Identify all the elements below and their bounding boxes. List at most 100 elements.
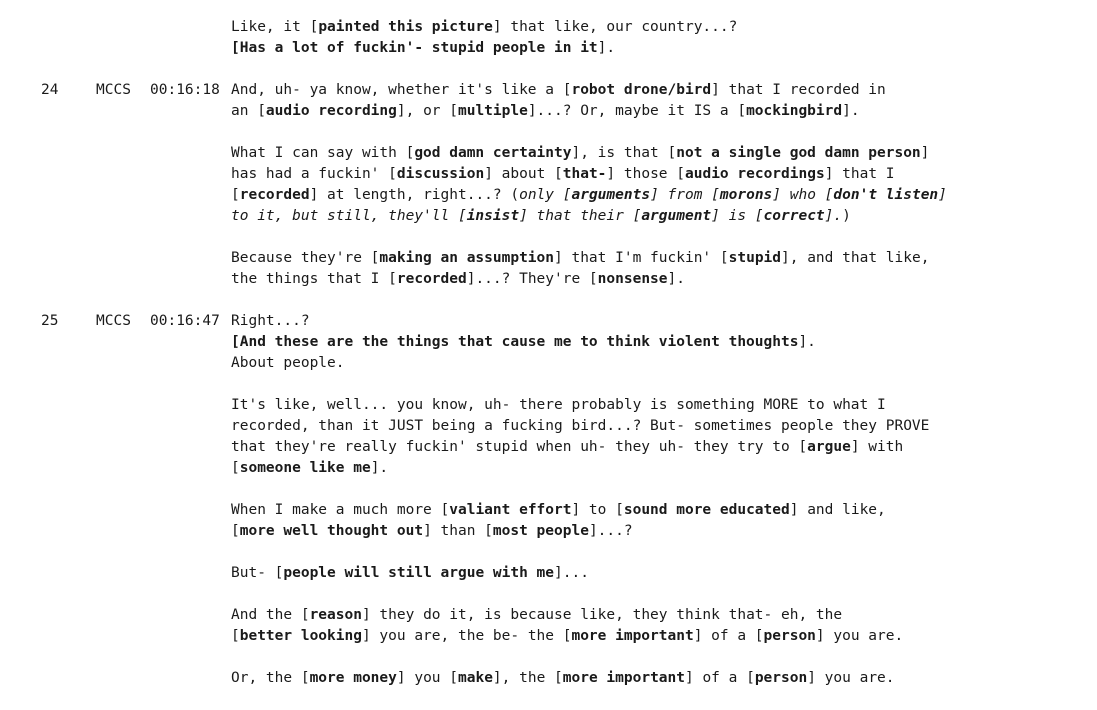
emphasis-segment: more money <box>309 670 397 686</box>
text-segment: ]. <box>798 334 816 350</box>
emphasis-segment: god damn certainty <box>414 145 572 161</box>
emphasis-segment: argue <box>807 439 851 455</box>
text-segment: ], and that like, <box>781 250 930 266</box>
emphasis-segment: discussion <box>396 166 485 182</box>
emphasis-segment: reason <box>309 607 362 623</box>
text-segment: ] you are. <box>807 670 895 686</box>
emphasis-segment: arguments <box>571 187 651 203</box>
text-segment: ], or [ <box>396 103 458 119</box>
emphasis-segment: insist <box>466 208 520 224</box>
text-segment: ], the [ <box>492 670 563 686</box>
text-segment: When I make a much more [ <box>231 502 450 518</box>
text-segment: Like, it [ <box>231 19 319 35</box>
text-line: that they're really fuckin' stupid when … <box>231 437 1081 458</box>
emphasis-segment: more important <box>562 670 685 686</box>
text-segment: ]. <box>370 460 389 476</box>
transcript: Like, it [painted this picture] that lik… <box>0 17 1097 689</box>
text-segment: ], is that [ <box>571 145 677 161</box>
emphasis-segment: someone like me <box>239 460 371 476</box>
transcript-entry: 24 MCCS 00:16:18 And, uh- ya know, whether … <box>0 80 1097 290</box>
paragraph: Or, the [more money] you [make], the [mo… <box>231 668 1081 689</box>
text-segment: ] you are. <box>815 628 904 644</box>
entry-text: Like, it [painted this picture] that lik… <box>231 17 1081 59</box>
text-segment: ] to [ <box>571 502 624 518</box>
entry-number: 25 <box>41 313 59 329</box>
emphasis-segment: ] from [ <box>650 187 720 203</box>
text-line: to it, but still, they'll [insist] that … <box>231 206 1081 227</box>
text-line: an [audio recording], or [multiple]...? … <box>231 101 1081 122</box>
timestamp: 00:16:47 <box>150 313 220 329</box>
text-line: has had a fuckin' [discussion] about [th… <box>231 164 1081 185</box>
text-line: Like, it [painted this picture] that lik… <box>231 17 1081 38</box>
emphasis-segment: ] who [ <box>772 187 834 203</box>
text-segment: that they're really fuckin' stupid when … <box>231 439 808 455</box>
text-line: It's like, well... you know, uh- there p… <box>231 395 1081 416</box>
paragraph: But- [people will still argue with me]..… <box>231 563 1081 584</box>
emphasis-segment: only [ <box>519 187 572 203</box>
text-segment: ] than [ <box>423 523 493 539</box>
emphasis-segment: sound more educated <box>623 502 790 518</box>
emphasis-segment: nonsense <box>597 271 668 287</box>
emphasis-segment: stupid <box>728 250 782 266</box>
text-segment: an [ <box>231 103 266 119</box>
text-segment: ] that I recorded in <box>711 82 886 98</box>
emphasis-segment: person <box>754 670 808 686</box>
text-segment: ]... <box>554 565 589 581</box>
emphasis-segment: making an assumption <box>379 250 555 266</box>
text-segment: And, uh- ya know, whether it's like a [ <box>231 82 572 98</box>
text-line: [Has a lot of fuckin'- stupid people in … <box>231 38 1081 59</box>
text-line: Or, the [more money] you [make], the [mo… <box>231 668 1081 689</box>
text-segment: And the [ <box>231 607 310 623</box>
text-segment: Or, the [ <box>231 670 310 686</box>
text-segment: ]. <box>842 103 860 119</box>
text-segment: ] those [ <box>606 166 685 182</box>
speaker-label: MCCS <box>96 313 131 329</box>
emphasis-segment: most people <box>492 523 589 539</box>
text-segment: But- [ <box>231 565 284 581</box>
text-segment: Right...? <box>231 313 310 329</box>
emphasis-segment: robot drone/bird <box>571 82 712 98</box>
emphasis-segment: more important <box>571 628 694 644</box>
text-segment: ] of a [ <box>693 628 764 644</box>
text-segment: What I can say with [ <box>231 145 415 161</box>
paragraph: Right...? [And these are the things that … <box>231 311 1081 374</box>
emphasis-segment: to it, but still, they'll [ <box>231 208 467 224</box>
timestamp: 00:16:18 <box>150 82 220 98</box>
text-segment: ]. <box>597 40 616 56</box>
text-line: Because they're [making an assumption] t… <box>231 248 1081 269</box>
emphasis-segment: [Has a lot of fuckin'- stupid people in … <box>231 40 598 56</box>
emphasis-segment: multiple <box>457 103 528 119</box>
paragraph: Because they're [making an assumption] t… <box>231 248 1081 290</box>
text-segment: has had a fuckin' [ <box>231 166 397 182</box>
text-segment: ] you are, the be- the [ <box>361 628 572 644</box>
text-line: [someone like me]. <box>231 458 1081 479</box>
emphasis-segment: audio recording <box>265 103 397 119</box>
emphasis-segment: painted this picture <box>318 19 493 35</box>
text-line: recorded, than it JUST being a fucking b… <box>231 416 1081 437</box>
emphasis-segment: argument <box>641 208 712 224</box>
text-line: [more well thought out] than [most peopl… <box>231 521 1081 542</box>
paragraph: Like, it [painted this picture] that lik… <box>231 17 1081 59</box>
text-segment: ]...? Or, maybe it IS a [ <box>527 103 747 119</box>
text-segment: ] that I'm fuckin' [ <box>554 250 729 266</box>
emphasis-segment: not a single god damn person <box>676 145 921 161</box>
transcript-entry: 25 MCCS 00:16:47 Right...? [And these are th… <box>0 311 1097 689</box>
emphasis-segment: mockingbird <box>746 103 843 119</box>
emphasis-segment: [And these are the things that cause me … <box>231 334 799 350</box>
text-segment: the things that I [ <box>231 271 397 287</box>
text-segment: [ <box>231 628 240 644</box>
text-segment: ] <box>920 145 930 161</box>
paragraph: What I can say with [god damn certainty]… <box>231 143 1081 227</box>
text-segment: ) <box>842 208 851 224</box>
text-segment: Because they're [ <box>231 250 380 266</box>
paragraph: It's like, well... you know, uh- there p… <box>231 395 1081 479</box>
text-line: the things that I [recorded]...? They're… <box>231 269 1081 290</box>
text-segment: ]. <box>667 271 685 287</box>
text-line: [better looking] you are, the be- the [m… <box>231 626 1081 647</box>
paragraph: And, uh- ya know, whether it's like a [r… <box>231 80 1081 122</box>
emphasis-segment: make <box>458 670 493 686</box>
entry-number: 24 <box>41 82 59 98</box>
text-line: [And these are the things that cause me … <box>231 332 1081 353</box>
text-line: And the [reason] they do it, is because … <box>231 605 1081 626</box>
text-segment: ] that like, our country...? <box>492 19 738 35</box>
